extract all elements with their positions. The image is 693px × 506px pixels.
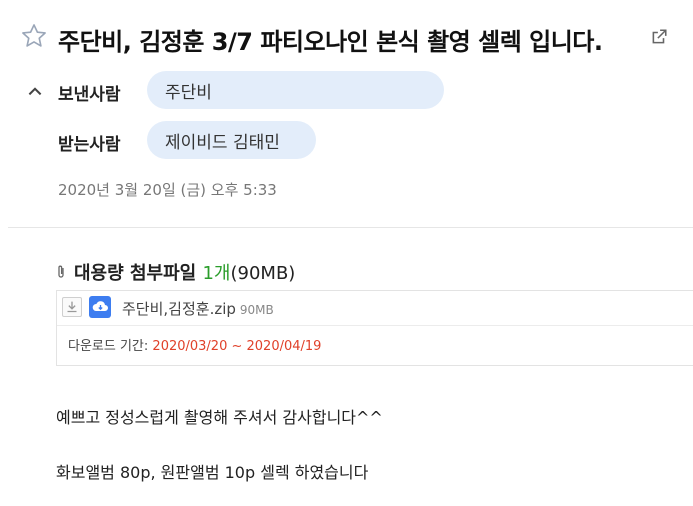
paperclip-icon	[58, 265, 64, 278]
download-button[interactable]	[62, 297, 82, 317]
download-period-range: 2020/03/20 ~ 2020/04/19	[152, 339, 322, 354]
download-period-label: 다운로드 기간:	[68, 339, 149, 354]
attachments-title: 대용량 첨부파일 1개(90MB)	[74, 259, 295, 285]
recipient-names: 제이비드 김태민	[165, 132, 280, 153]
recipient-chip[interactable]: 제이비드 김태민	[147, 121, 316, 159]
to-label: 받는사람	[58, 135, 121, 155]
header-divider	[8, 227, 693, 228]
body-line: 예쁘고 정성스럽게 촬영해 주셔서 감사합니다^^	[56, 408, 383, 427]
download-icon	[67, 301, 77, 313]
save-to-cloud-button[interactable]	[89, 296, 111, 318]
mail-date: 2020년 3월 20일 (금) 오후 5:33	[58, 181, 277, 199]
attachment-filesize: 90MB	[239, 303, 274, 317]
cloud-save-icon	[92, 301, 108, 311]
mail-subject: 주단비, 김정훈 3/7 파티오나인 본식 촬영 셀렉 입니다.	[58, 28, 603, 56]
attachments-title-text: 대용량 첨부파일	[74, 263, 197, 284]
open-external-icon[interactable]	[650, 28, 668, 46]
download-period: 다운로드 기간: 2020/03/20 ~ 2020/04/19	[68, 335, 321, 354]
from-label: 보낸사람	[58, 85, 121, 105]
sender-name: 주단비	[165, 82, 212, 103]
attachment-filename[interactable]: 주단비,김정훈.zip	[122, 300, 236, 318]
attachment-file[interactable]: 주단비,김정훈.zip 90MB	[122, 298, 274, 319]
sender-chip[interactable]: 주단비	[147, 71, 444, 109]
attachments-total-size: (90MB)	[230, 263, 296, 284]
star-icon[interactable]	[20, 22, 48, 50]
body-line: 화보앨범 80p, 원판앨범 10p 셀렉 하였습니다	[56, 463, 369, 482]
chevron-up-icon[interactable]	[26, 82, 44, 100]
attachment-inner-divider	[57, 325, 693, 326]
attachments-count: 1개	[202, 263, 231, 284]
